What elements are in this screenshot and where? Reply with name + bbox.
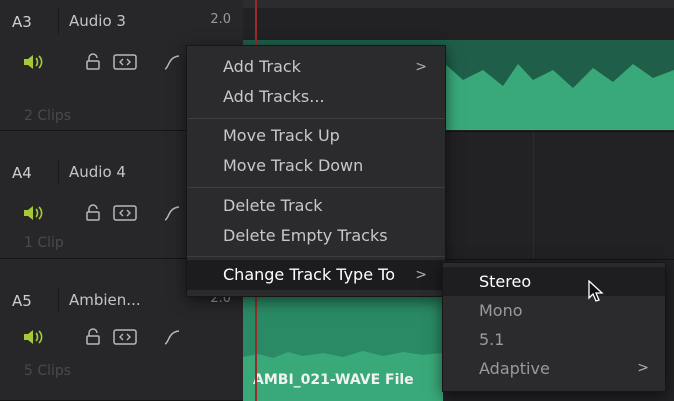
menu-item-add-tracks[interactable]: Add Tracks... bbox=[187, 82, 445, 112]
submenu-item-stereo[interactable]: Stereo bbox=[443, 267, 665, 296]
track-context-menu: Add Track > Add Tracks... Move Track Up … bbox=[186, 45, 446, 297]
automation-curve-icon[interactable] bbox=[160, 44, 184, 80]
submenu-item-label: Stereo bbox=[479, 272, 532, 291]
menu-item-label: Delete Empty Tracks bbox=[223, 226, 388, 245]
menu-item-label: Move Track Up bbox=[223, 126, 340, 145]
menu-item-move-track-up[interactable]: Move Track Up bbox=[187, 121, 445, 151]
clip-count: 1 Clip bbox=[24, 235, 64, 251]
automation-curve-icon[interactable] bbox=[160, 195, 184, 231]
menu-item-delete-track[interactable]: Delete Track bbox=[187, 191, 445, 221]
track-channel-type: 2.0 bbox=[210, 12, 231, 27]
lock-icon[interactable] bbox=[80, 319, 106, 355]
submenu-item-label: Mono bbox=[479, 301, 523, 320]
menu-separator bbox=[187, 256, 445, 257]
track-controls bbox=[0, 319, 243, 355]
timeline-editor: A3 Audio 3 2.0 2 Clips A4 Audio 4 1 Clip… bbox=[0, 0, 674, 401]
submenu-arrow-icon: > bbox=[415, 59, 427, 75]
submenu-item-adaptive[interactable]: Adaptive > bbox=[443, 354, 665, 383]
submenu-item-5-1[interactable]: 5.1 bbox=[443, 325, 665, 354]
track-title-row: A3 Audio 3 2.0 bbox=[0, 0, 243, 40]
menu-item-label: Add Track bbox=[223, 57, 301, 76]
automation-curve-icon[interactable] bbox=[160, 319, 184, 355]
track-name[interactable]: Audio 3 bbox=[58, 8, 208, 34]
menu-separator bbox=[187, 118, 445, 119]
menu-item-label: Move Track Down bbox=[223, 156, 364, 175]
menu-item-change-track-type[interactable]: Change Track Type To > bbox=[187, 260, 445, 290]
menu-item-label: Add Tracks... bbox=[223, 87, 325, 106]
grid-line bbox=[533, 132, 534, 259]
lock-icon[interactable] bbox=[80, 195, 106, 231]
speaker-icon[interactable] bbox=[18, 319, 48, 355]
track-id: A3 bbox=[12, 13, 32, 31]
speaker-icon[interactable] bbox=[18, 44, 48, 80]
submenu-item-label: 5.1 bbox=[479, 330, 505, 349]
submenu-item-mono[interactable]: Mono bbox=[443, 296, 665, 325]
menu-item-move-track-down[interactable]: Move Track Down bbox=[187, 151, 445, 181]
auto-select-icon[interactable] bbox=[110, 195, 140, 231]
menu-item-add-track[interactable]: Add Track > bbox=[187, 52, 445, 82]
clip-count: 2 Clips bbox=[24, 108, 72, 124]
submenu-arrow-icon: > bbox=[415, 267, 427, 283]
timeline-ruler-strip bbox=[243, 0, 674, 8]
lock-icon[interactable] bbox=[80, 44, 106, 80]
track-type-submenu: Stereo Mono 5.1 Adaptive > bbox=[442, 262, 666, 392]
track-id: A5 bbox=[12, 292, 32, 310]
clip-name-label: AMBI_021-WAVE File bbox=[253, 372, 414, 388]
menu-item-label: Delete Track bbox=[223, 196, 323, 215]
menu-separator bbox=[187, 187, 445, 188]
submenu-item-label: Adaptive bbox=[479, 359, 550, 378]
clip-count: 5 Clips bbox=[24, 363, 72, 379]
menu-item-delete-empty-tracks[interactable]: Delete Empty Tracks bbox=[187, 221, 445, 251]
mouse-cursor-icon bbox=[588, 280, 604, 302]
submenu-arrow-icon: > bbox=[637, 360, 649, 376]
track-id: A4 bbox=[12, 164, 32, 182]
speaker-icon[interactable] bbox=[18, 195, 48, 231]
auto-select-icon[interactable] bbox=[110, 319, 140, 355]
menu-item-label: Change Track Type To bbox=[223, 265, 395, 284]
auto-select-icon[interactable] bbox=[110, 44, 140, 80]
